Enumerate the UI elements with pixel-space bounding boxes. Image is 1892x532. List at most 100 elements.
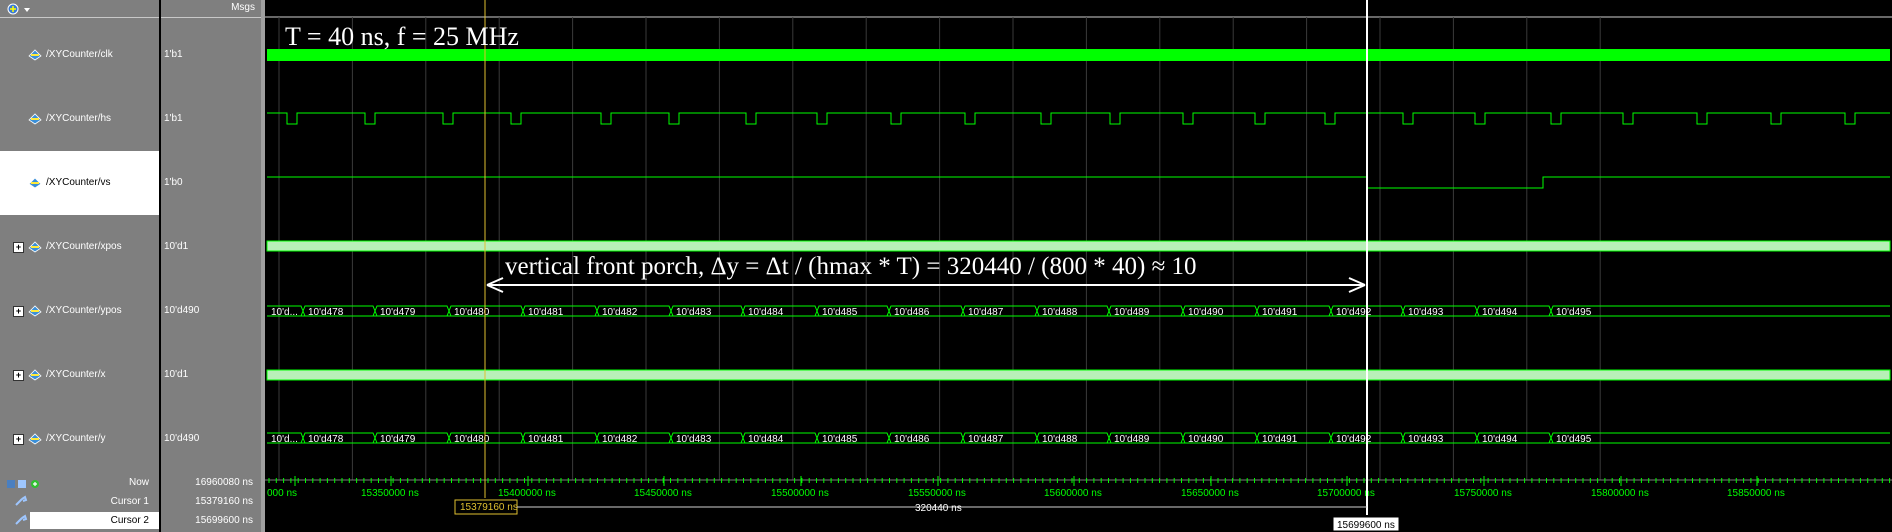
ypos-bus-value: 10'd...: [271, 307, 298, 318]
ypos-bus-value: 10'd480: [454, 307, 490, 318]
clk-waveform: [267, 49, 1890, 61]
y-bus-value: 10'd483: [676, 434, 712, 445]
signal-value: 1'b1: [164, 113, 183, 124]
now-row: Now: [0, 474, 159, 491]
signal-value-cell: 10'd490: [161, 407, 261, 471]
signal-icon: [28, 433, 42, 445]
ypos-bus-value: 10'd486: [894, 307, 930, 318]
vs-waveform: [267, 176, 1890, 189]
y-bus-value: 10'd490: [1188, 434, 1224, 445]
axis-tick-label: 15850000 ns: [1727, 488, 1785, 499]
cursor1-value: 15379160 ns: [195, 496, 253, 507]
cursor2-value: 15699600 ns: [195, 515, 253, 526]
y-bus-value: 10'd482: [602, 434, 638, 445]
ypos-bus-value: 10'd478: [308, 307, 344, 318]
now-label: Now: [128, 477, 149, 488]
axis-tick-label: 15450000 ns: [634, 488, 692, 499]
cursor-wrench-icon[interactable]: [14, 514, 28, 526]
ypos-bus-value: 10'd493: [1408, 307, 1444, 318]
ypos-bus-value: 10'd487: [968, 307, 1004, 318]
axis-tick-label: 15650000 ns: [1181, 488, 1239, 499]
ypos-bus-value: 10'd485: [822, 307, 858, 318]
y-bus-value: 10'd493: [1408, 434, 1444, 445]
signal-icon: [28, 49, 42, 61]
y-bus-value: 10'd484: [748, 434, 784, 445]
y-bus-value: 10'd485: [822, 434, 858, 445]
ypos-bus-value: 10'd479: [380, 307, 416, 318]
cursor-rows-values: 16960080 ns 15379160 ns 15699600 ns: [161, 474, 261, 532]
signal-names-pane: /XYCounter/clk/XYCounter/hs/XYCounter/vs…: [0, 0, 159, 532]
y-bus-value: 10'd495: [1556, 434, 1592, 445]
signal-value-cell: 1'b0: [161, 151, 261, 215]
signal-value: 1'b1: [164, 49, 183, 60]
signal-icon: [28, 241, 42, 253]
signal-row[interactable]: + /XYCounter/y: [0, 407, 159, 471]
y-bus-value: 10'd481: [528, 434, 564, 445]
ypos-bus-value: 10'd491: [1262, 307, 1298, 318]
hs-waveform: [267, 112, 1890, 125]
signal-value: 10'd1: [164, 369, 189, 380]
axis-tick-label: 15400000 ns: [498, 488, 556, 499]
ypos-bus-value: 10'd483: [676, 307, 712, 318]
cursor1-label: Cursor 1: [110, 496, 149, 507]
y-bus-value: 10'd479: [380, 434, 416, 445]
now-value: 16960080 ns: [195, 477, 253, 488]
y-bus-value: 10'd480: [454, 434, 490, 445]
ypos-bus-value: 10'd482: [602, 307, 638, 318]
y-bus-outline: [267, 432, 1890, 444]
cursor-wrench-icon[interactable]: [14, 495, 28, 507]
axis-tick-label: 15800000 ns: [1591, 488, 1649, 499]
signal-row[interactable]: + /XYCounter/x: [0, 343, 159, 407]
y-bus-value: 10'd487: [968, 434, 1004, 445]
expand-toggle-icon[interactable]: +: [13, 434, 24, 445]
values-header: Msgs: [161, 0, 261, 18]
signal-name: /XYCounter/ypos: [46, 305, 122, 316]
signal-value-cell: 10'd490: [161, 279, 261, 343]
signal-name: /XYCounter/y: [46, 433, 106, 444]
signal-value: 10'd490: [164, 433, 200, 444]
signal-row[interactable]: /XYCounter/clk: [0, 23, 159, 87]
signal-name: /XYCounter/hs: [46, 113, 112, 124]
cursor1-row[interactable]: Cursor 1: [0, 493, 159, 510]
signal-name: /XYCounter/vs: [46, 177, 111, 188]
x-bus-waveform: [266, 369, 1891, 381]
xpos-bus-waveform: [266, 240, 1891, 252]
axis-tick-label: 15550000 ns: [908, 488, 966, 499]
signal-icon: [28, 113, 42, 125]
ypos-bus-value: 10'd489: [1114, 307, 1150, 318]
axis-tick-label: 15350000 ns: [361, 488, 419, 499]
cursor1-box: [454, 499, 518, 515]
y-bus-value: 10'd478: [308, 434, 344, 445]
cursor-rows-names: Now Cursor 1 Cursor 2: [0, 474, 159, 532]
y-bus-value: 10'd486: [894, 434, 930, 445]
signal-row[interactable]: /XYCounter/hs: [0, 87, 159, 151]
signal-value: 1'b0: [164, 177, 183, 188]
expand-toggle-icon[interactable]: +: [13, 242, 24, 253]
signal-icon: [28, 369, 42, 381]
expand-toggle-icon[interactable]: +: [13, 370, 24, 381]
ypos-bus-value: 10'd488: [1042, 307, 1078, 318]
signal-name: /XYCounter/x: [46, 369, 106, 380]
y-bus-value: 10'd...: [271, 434, 298, 445]
ypos-bus-value: 10'd481: [528, 307, 564, 318]
signal-value-cell: 1'b1: [161, 23, 261, 87]
waveform-canvas[interactable]: 10'd... 10'd478 10'd479 10'd480 10'd481 10'd4…: [265, 0, 1892, 532]
y-bus-value: 10'd488: [1042, 434, 1078, 445]
signal-icon: [28, 177, 42, 189]
signal-icon: [28, 305, 42, 317]
expand-toggle-icon[interactable]: +: [13, 306, 24, 317]
signal-value-cell: 10'd1: [161, 343, 261, 407]
signal-value: 10'd490: [164, 305, 200, 316]
ypos-bus-outline: [267, 305, 1890, 317]
msgs-label: Msgs: [231, 2, 255, 13]
signal-value-cell: 1'b1: [161, 87, 261, 151]
signal-name: /XYCounter/xpos: [46, 241, 122, 252]
now-value-cell: 16960080 ns: [161, 474, 261, 491]
waveform-pane[interactable]: 10'd... 10'd478 10'd479 10'd480 10'd481 10'd4…: [265, 0, 1892, 532]
signal-row[interactable]: /XYCounter/vs: [0, 151, 159, 215]
toolbar-dropdown-icon[interactable]: [6, 2, 36, 16]
ypos-bus-value: 10'd484: [748, 307, 784, 318]
signal-row[interactable]: + /XYCounter/xpos: [0, 215, 159, 279]
signal-row[interactable]: + /XYCounter/ypos: [0, 279, 159, 343]
cursor2-row[interactable]: Cursor 2: [30, 512, 159, 529]
